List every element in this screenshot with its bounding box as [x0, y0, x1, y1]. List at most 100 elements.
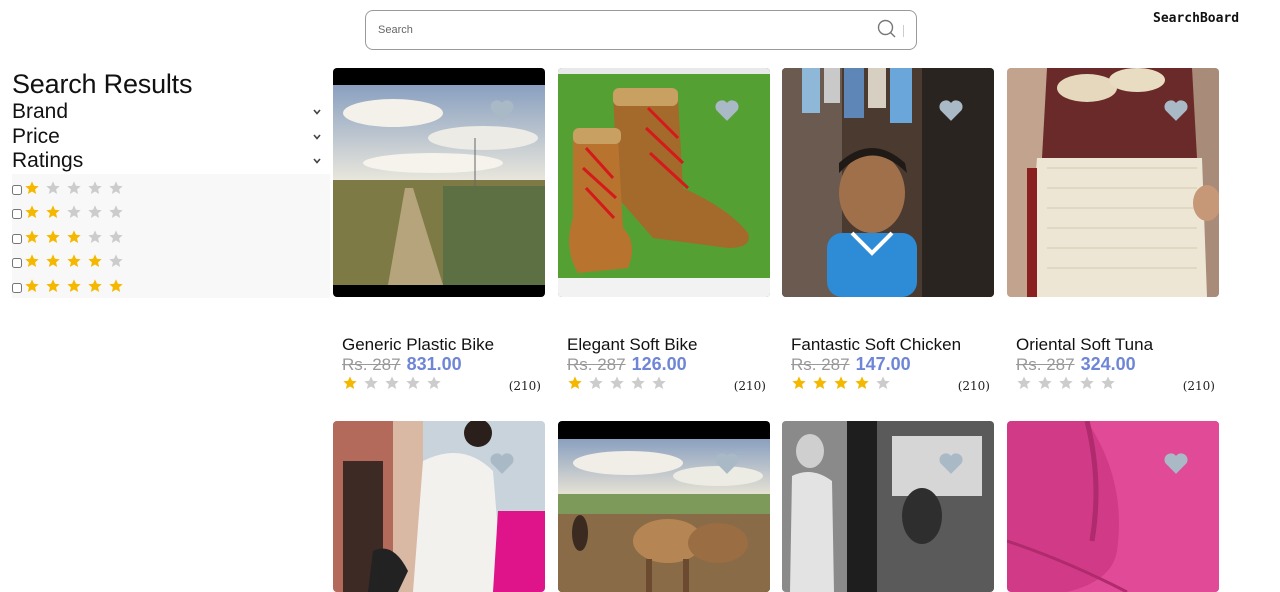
heart-icon[interactable] [489, 451, 515, 475]
brand-logo[interactable]: SearchBoard [1153, 11, 1239, 26]
star-empty-icon [1037, 375, 1058, 392]
rating-stars [24, 204, 129, 221]
product-rating [1016, 375, 1121, 392]
search-box[interactable] [365, 10, 917, 50]
review-count: (210) [957, 379, 990, 393]
star-empty-icon [1100, 375, 1121, 392]
sale-price: 147.00 [855, 354, 911, 374]
star-empty-icon [45, 180, 66, 197]
filter-price[interactable]: Price [12, 125, 330, 150]
star-filled-icon [45, 278, 66, 295]
chevron-down-icon[interactable] [312, 107, 322, 117]
search-input[interactable] [378, 11, 868, 49]
star-empty-icon [87, 180, 108, 197]
price-row: Rs. 287 831.00 [342, 354, 462, 375]
star-empty-icon [651, 375, 672, 392]
star-filled-icon [567, 375, 588, 392]
star-empty-icon [66, 180, 87, 197]
star-empty-icon [87, 229, 108, 246]
sale-price: 126.00 [631, 354, 687, 374]
star-empty-icon [630, 375, 651, 392]
star-empty-icon [588, 375, 609, 392]
star-filled-icon [87, 278, 108, 295]
product-image[interactable] [558, 421, 770, 592]
rating-checkbox[interactable] [12, 184, 22, 195]
rating-option-3[interactable] [12, 225, 129, 249]
original-price: Rs. 287 [791, 355, 850, 374]
filter-brand[interactable]: Brand [12, 100, 330, 125]
star-empty-icon [1016, 375, 1037, 392]
star-empty-icon [609, 375, 630, 392]
star-filled-icon [24, 253, 45, 270]
product-title[interactable]: Fantastic Soft Chicken [791, 335, 961, 355]
product-rating [567, 375, 672, 392]
rating-stars [24, 180, 129, 197]
star-filled-icon [66, 278, 87, 295]
rating-checkbox[interactable] [12, 282, 22, 293]
star-empty-icon [108, 253, 129, 270]
star-filled-icon [87, 253, 108, 270]
star-filled-icon [66, 229, 87, 246]
product-title[interactable]: Generic Plastic Bike [342, 335, 494, 355]
star-filled-icon [45, 204, 66, 221]
sale-price: 831.00 [406, 354, 462, 374]
product-rating [791, 375, 896, 392]
star-filled-icon [108, 278, 129, 295]
star-filled-icon [24, 229, 45, 246]
star-filled-icon [833, 375, 854, 392]
page-title: Search Results [12, 69, 193, 99]
heart-icon[interactable] [938, 451, 964, 475]
price-row: Rs. 287 126.00 [567, 354, 687, 375]
heart-icon[interactable] [489, 98, 515, 122]
chevron-down-icon[interactable] [312, 156, 322, 166]
filter-brand-label: Brand [12, 100, 69, 123]
rating-checkbox[interactable] [12, 257, 22, 268]
product-image[interactable] [782, 421, 994, 592]
star-empty-icon [405, 375, 426, 392]
star-empty-icon [66, 204, 87, 221]
product-image[interactable] [1007, 421, 1219, 592]
rating-stars [24, 229, 129, 246]
filter-sidebar: Search Results Brand Price Ratings [12, 68, 330, 298]
star-filled-icon [854, 375, 875, 392]
star-empty-icon [108, 180, 129, 197]
search-icon[interactable] [877, 19, 897, 39]
product-title[interactable]: Elegant Soft Bike [567, 335, 697, 355]
star-empty-icon [1058, 375, 1079, 392]
star-filled-icon [45, 253, 66, 270]
product-title[interactable]: Oriental Soft Tuna [1016, 335, 1153, 355]
rating-checkbox[interactable] [12, 233, 22, 244]
star-filled-icon [812, 375, 833, 392]
review-count: (210) [508, 379, 541, 393]
star-filled-icon [342, 375, 363, 392]
product-rating [342, 375, 447, 392]
star-filled-icon [24, 204, 45, 221]
review-count: (210) [1182, 379, 1215, 393]
heart-icon[interactable] [1163, 98, 1189, 122]
star-empty-icon [108, 229, 129, 246]
rating-option-2[interactable] [12, 200, 129, 224]
price-row: Rs. 287 147.00 [791, 354, 911, 375]
heart-icon[interactable] [714, 98, 740, 122]
ratings-filter-panel [12, 174, 330, 298]
heart-icon[interactable] [714, 451, 740, 475]
rating-option-5[interactable] [12, 274, 129, 298]
star-filled-icon [66, 253, 87, 270]
star-empty-icon [108, 204, 129, 221]
heart-icon[interactable] [938, 98, 964, 122]
rating-option-1[interactable] [12, 176, 129, 200]
star-empty-icon [384, 375, 405, 392]
rating-stars [24, 278, 129, 295]
price-row: Rs. 287 324.00 [1016, 354, 1136, 375]
heart-icon[interactable] [1163, 451, 1189, 475]
filter-ratings[interactable]: Ratings [12, 149, 330, 174]
star-empty-icon [87, 204, 108, 221]
rating-option-4[interactable] [12, 249, 129, 273]
rating-checkbox[interactable] [12, 208, 22, 219]
star-empty-icon [1079, 375, 1100, 392]
product-image[interactable] [333, 421, 545, 592]
star-filled-icon [24, 278, 45, 295]
star-filled-icon [24, 180, 45, 197]
star-empty-icon [363, 375, 384, 392]
chevron-down-icon[interactable] [312, 132, 322, 142]
